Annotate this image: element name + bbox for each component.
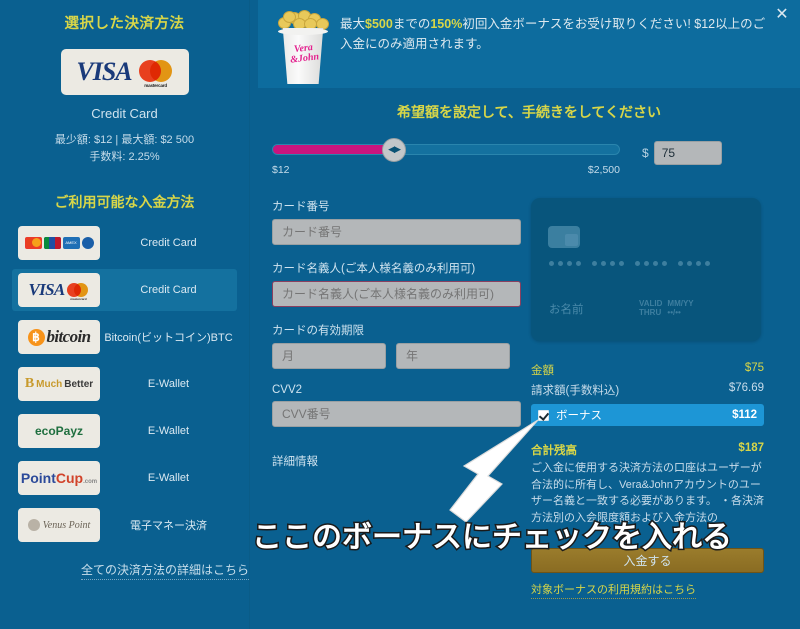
card-number-label: カード番号 <box>272 201 330 213</box>
bonus-banner: Vera &John 最大$500までの150%初回入金ボーナスをお受け取りくだ… <box>258 0 800 88</box>
selected-method-limit-text: 最少額: $12 | 最大額: $2 500 <box>54 134 195 146</box>
slider-min-label: $12 <box>272 164 290 176</box>
card-holder-input[interactable] <box>272 281 522 307</box>
amount-slider-handle[interactable]: ◀▶ <box>382 137 407 162</box>
slider-max-label: $2,500 <box>587 164 620 176</box>
bonus-checkbox-row[interactable]: ボーナス $112 <box>531 404 765 426</box>
amount-input[interactable] <box>653 141 722 165</box>
summary-row-value: $75 <box>744 362 765 374</box>
mastercard-logo-icon: mastercard <box>138 60 173 88</box>
deposit-disclaimer: ご入金に使用する決済方法の口座はユーザーが合法的に所有し、Vera&Johnアカ… <box>531 462 764 524</box>
total-balance-row: 合計残高 $187 <box>531 442 764 458</box>
deposit-summary-column: お名前 VALID THRU MM/YY ••/•• 金額 $75 請求額(手数… <box>531 198 788 599</box>
total-balance-label: 合計残高 <box>531 445 578 457</box>
deposit-modal: 選択した決済方法 VISA mastercard Credit Card 最少額… <box>0 0 800 629</box>
sidebar-item-label: Credit Card <box>140 284 197 297</box>
close-icon[interactable]: ✕ <box>773 5 791 23</box>
summary-row-label: 金額 <box>531 365 555 377</box>
card-preview: お名前 VALID THRU MM/YY ••/•• <box>531 198 762 341</box>
pointcup-logo: PointCup.com <box>18 461 100 496</box>
all-methods-link[interactable]: 全ての決済方法の詳細はこちら <box>80 561 249 581</box>
sidebar-item-label: Bitcoin(ビットコイン)BTC <box>104 332 233 345</box>
summary-row-value: $76.69 <box>728 382 765 394</box>
valid-value-line2: ••/•• <box>667 308 681 318</box>
card-holder-label: カード名義人(ご本人様名義のみ利用可) <box>272 263 476 275</box>
valid-value-line1: MM/YY <box>667 298 694 308</box>
banner-highlight-percent: 150% <box>430 17 463 31</box>
sidebar-item-ecopayz[interactable]: ecoPayz E-Wallet <box>12 410 237 452</box>
amount-slider-wrap: ◀▶ $12 $2,500 <box>272 136 620 176</box>
card-number-mask <box>549 261 711 266</box>
amount-slider-row: ◀▶ $12 $2,500 $ <box>258 122 800 176</box>
card-expiry-label: カードの有効期限 <box>272 325 364 337</box>
visa-mastercard-logo: VISA mastercard <box>18 273 100 308</box>
card-number-input[interactable] <box>272 219 522 245</box>
summary-table: 金額 $75 請求額(手数料込) $76.69 ボーナス $112 合計残高 $… <box>531 360 765 599</box>
payment-method-list: AMEX Credit Card VISA mastercard Credit … <box>0 222 249 546</box>
details-link[interactable]: 詳細情報 <box>272 453 521 469</box>
sidebar-item-credit-card-multi[interactable]: AMEX Credit Card <box>12 222 237 264</box>
sidebar-item-label: Credit Card <box>140 237 197 250</box>
valid-label-line2: THRU <box>639 308 662 318</box>
sidebar-item-muchbetter[interactable]: В Much Better E-Wallet <box>12 363 237 405</box>
banner-highlight-amount: $500 <box>365 17 393 31</box>
total-balance-value: $187 <box>738 442 765 454</box>
sidebar-subtitle: ご利用可能な入金方法 <box>54 194 195 211</box>
currency-symbol: $ <box>642 146 649 160</box>
bonus-checkbox[interactable] <box>538 409 550 421</box>
selected-method-name: Credit Card <box>91 106 158 121</box>
summary-row-label: 請求額(手数料込) <box>531 385 620 397</box>
card-expiry-year-input[interactable] <box>396 343 510 369</box>
deposit-button[interactable]: 入金する <box>531 548 765 573</box>
vera-john-popcorn-bucket-icon: Vera &John <box>272 10 334 84</box>
ecopayz-logo: ecoPayz <box>18 414 100 449</box>
banner-text-2: までの <box>392 17 431 31</box>
sidebar-title: 選択した決済方法 <box>64 16 185 32</box>
banner-text-1: 最大 <box>340 17 366 31</box>
venuspoint-logo: Venus Point <box>18 508 100 543</box>
sidebar-item-label: E-Wallet <box>147 472 190 485</box>
sidebar-item-venuspoint[interactable]: Venus Point 電子マネー決済 <box>12 504 237 546</box>
bitcoin-logo: ฿ bitcoin <box>18 320 100 355</box>
selected-method-logo: VISA mastercard <box>60 49 189 95</box>
bonus-label: ボーナス <box>556 410 603 422</box>
sidebar-item-credit-card-visa[interactable]: VISA mastercard Credit Card <box>12 269 237 312</box>
visa-logo-text: VISA <box>76 57 132 86</box>
sidebar-item-label: 電子マネー決済 <box>130 520 207 533</box>
sidebar-item-pointcup[interactable]: PointCup.com E-Wallet <box>12 457 237 499</box>
card-name-placeholder: お名前 <box>549 304 584 316</box>
card-expiry-month-input[interactable] <box>272 343 386 369</box>
sidebar-item-label: E-Wallet <box>147 378 190 391</box>
cvv-label: CVV2 <box>272 384 303 396</box>
payment-methods-sidebar: 選択した決済方法 VISA mastercard Credit Card 最少額… <box>0 0 250 629</box>
bonus-terms-link[interactable]: 対象ボーナスの利用規約はこちら <box>531 581 697 599</box>
banner-message: 最大$500までの150%初回入金ボーナスをお受け取りください! $12以上のご… <box>334 8 770 55</box>
mastercard-jcb-amex-diners-logo: AMEX <box>18 226 100 261</box>
summary-row-charged: 請求額(手数料込) $76.69 <box>531 380 764 400</box>
cvv-input[interactable] <box>272 401 522 427</box>
amount-slider-track[interactable]: ◀▶ <box>272 137 620 162</box>
card-form: カード番号 カード名義人(ご本人様名義のみ利用可) カードの有効期限 CVV2 <box>272 198 522 599</box>
card-chip-icon <box>548 226 581 248</box>
card-valid-thru: VALID THRU MM/YY ••/•• <box>639 299 694 318</box>
muchbetter-logo: В Much Better <box>18 367 100 402</box>
amount-heading: 希望額を設定して、手続きをしてください <box>396 104 662 120</box>
valid-label-line1: VALID <box>639 298 663 308</box>
selected-method-fee-text: 手数料: 2.25% <box>89 151 160 164</box>
amount-field: $ <box>642 141 722 165</box>
sidebar-item-label: E-Wallet <box>147 425 190 438</box>
bonus-amount: $112 <box>732 409 758 421</box>
selected-method-limits: 最少額: $12 | 最大額: $2 500 手数料: 2.25% <box>0 132 249 166</box>
amount-slider-fill <box>273 145 395 154</box>
deposit-main: 希望額を設定して、手続きをしてください ◀▶ $12 $2,500 $ 75 カ… <box>258 88 800 629</box>
summary-row-amount: 金額 $75 <box>531 360 764 380</box>
sidebar-item-bitcoin[interactable]: ฿ bitcoin Bitcoin(ビットコイン)BTC <box>12 316 237 358</box>
